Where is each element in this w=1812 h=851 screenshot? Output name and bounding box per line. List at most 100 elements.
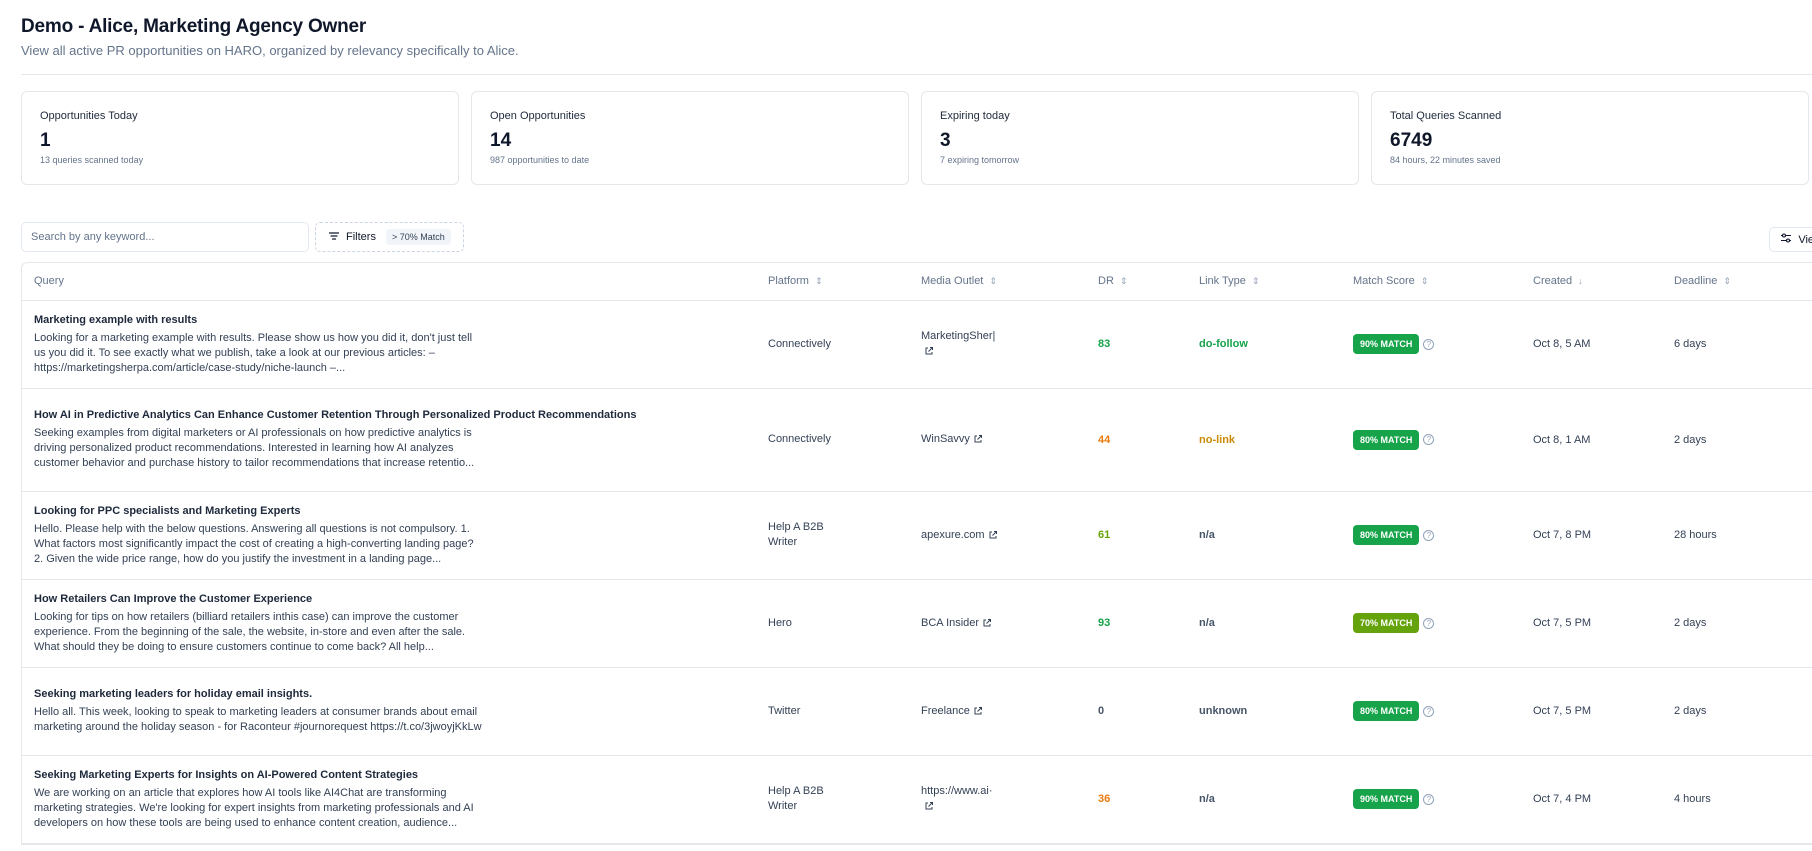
dr-cell: 44 — [1086, 388, 1187, 492]
match-score-cell: 90% MATCH? — [1341, 755, 1521, 844]
search-input[interactable] — [21, 222, 309, 252]
deadline: 2 days — [1674, 705, 1707, 717]
help-circle-icon[interactable]: ? — [1423, 705, 1435, 717]
media-outlet-name: Freelance — [921, 704, 970, 717]
domain-rating: 44 — [1098, 433, 1111, 446]
help-circle-icon[interactable]: ? — [1423, 617, 1435, 629]
active-filter-badge[interactable]: > 70% Match — [385, 229, 451, 245]
sort-icon: ⇕ — [1251, 276, 1260, 287]
stat-card-opportunities-today: Opportunities Today 1 13 queries scanned… — [21, 91, 459, 185]
stats-row: Opportunities Today 1 13 queries scanned… — [21, 91, 1812, 185]
created-cell: Oct 7, 5 PM — [1521, 579, 1662, 668]
query-cell: How AI in Predictive Analytics Can Enhan… — [22, 388, 756, 492]
opportunities-table: Query Platform ⇕ Media Outlet ⇕ DR ⇕ Link T… — [22, 263, 1812, 844]
link-type-cell: n/a — [1187, 755, 1341, 844]
column-header-dr[interactable]: DR ⇕ — [1086, 263, 1187, 301]
created-date: Oct 8, 5 AM — [1533, 338, 1591, 350]
query-title[interactable]: Looking for PPC specialists and Marketin… — [34, 504, 744, 519]
dr-cell: 36 — [1086, 755, 1187, 844]
created-date: Oct 8, 1 AM — [1533, 433, 1591, 446]
deadline: 6 days — [1674, 338, 1707, 350]
deadline-cell: 6 days — [1662, 300, 1812, 389]
help-circle-icon[interactable]: ? — [1423, 338, 1435, 350]
filters-button[interactable]: Filters > 70% Match — [315, 222, 464, 252]
created-cell: Oct 8, 5 AM — [1521, 300, 1662, 389]
sort-icon: ⇕ — [814, 276, 823, 287]
deadline-cell: 2 days — [1662, 667, 1812, 756]
link-type: unknown — [1199, 705, 1248, 717]
link-type: n/a — [1199, 617, 1215, 629]
media-outlet-cell: WinSavvy — [909, 388, 1086, 492]
domain-rating: 36 — [1098, 793, 1111, 805]
match-score-badge: 80% MATCH — [1353, 525, 1420, 545]
page-title: Demo - Alice, Marketing Agency Owner — [21, 16, 367, 37]
query-cell: Looking for PPC specialists and Marketin… — [22, 491, 756, 580]
match-score-badge: 80% MATCH — [1353, 701, 1420, 721]
stat-value: 6749 — [1390, 130, 1433, 151]
deadline: 2 days — [1674, 433, 1707, 446]
stat-label: Expiring today — [940, 110, 1010, 122]
query-description: We are working on an article that explor… — [34, 786, 474, 829]
created-date: Oct 7, 5 PM — [1533, 705, 1592, 717]
query-title[interactable]: How Retailers Can Improve the Customer E… — [34, 592, 744, 607]
external-link-icon[interactable] — [982, 618, 992, 628]
sort-icon: ⇕ — [1723, 276, 1731, 287]
stat-value: 14 — [490, 130, 512, 151]
domain-rating: 93 — [1098, 617, 1111, 629]
table-header-row: Query Platform ⇕ Media Outlet ⇕ DR ⇕ Link T… — [22, 263, 1812, 301]
query-cell: How Retailers Can Improve the Customer E… — [22, 579, 756, 668]
column-header-match-score[interactable]: Match Score ⇕ — [1341, 263, 1521, 301]
table-row[interactable]: How AI in Predictive Analytics Can Enhan… — [22, 388, 1812, 492]
external-link-icon[interactable] — [924, 346, 934, 356]
table-row[interactable]: Marketing example with results Looking fo… — [22, 300, 1812, 389]
query-description: Hello all. This week, looking to speak t… — [34, 706, 482, 733]
match-score-badge: 90% MATCH — [1353, 334, 1420, 354]
match-score-badge: 80% MATCH — [1353, 429, 1420, 450]
view-options-button[interactable]: View — [1769, 227, 1812, 252]
external-link-icon[interactable] — [924, 801, 934, 811]
sliders-icon — [1780, 232, 1792, 247]
table-row[interactable]: Looking for PPC specialists and Marketin… — [22, 491, 1812, 580]
table-row[interactable]: Seeking Marketing Experts for Insights o… — [22, 755, 1812, 844]
query-title[interactable]: How AI in Predictive Analytics Can Enhan… — [34, 408, 744, 423]
created-date: Oct 7, 4 PM — [1533, 793, 1592, 805]
link-type: no-link — [1199, 433, 1236, 446]
column-header-query: Query — [22, 263, 756, 301]
created-cell: Oct 7, 4 PM — [1521, 755, 1662, 844]
help-circle-icon[interactable]: ? — [1423, 434, 1435, 445]
column-header-created[interactable]: Created ↓ — [1521, 263, 1662, 301]
sort-desc-icon: ↓ — [1578, 276, 1583, 287]
dr-cell: 93 — [1086, 579, 1187, 668]
media-outlet-cell: Freelance — [909, 667, 1086, 756]
query-title[interactable]: Seeking marketing leaders for holiday em… — [34, 687, 744, 702]
query-description: Looking for a marketing example with res… — [34, 331, 473, 374]
help-circle-icon[interactable]: ? — [1423, 793, 1435, 805]
stat-card-open-opportunities: Open Opportunities 14 987 opportunities … — [471, 91, 909, 185]
match-score-cell: 90% MATCH? — [1341, 300, 1521, 389]
external-link-icon[interactable] — [973, 434, 983, 444]
dr-cell: 0 — [1086, 667, 1187, 756]
column-header-platform[interactable]: Platform ⇕ — [756, 263, 909, 301]
external-link-icon[interactable] — [973, 706, 983, 716]
table-toolbar: Filters > 70% Match View — [21, 222, 1812, 252]
stat-label: Open Opportunities — [490, 110, 586, 122]
table-row[interactable]: Seeking marketing leaders for holiday em… — [22, 667, 1812, 756]
help-circle-icon[interactable]: ? — [1423, 529, 1435, 541]
external-link-icon[interactable] — [988, 530, 998, 540]
header-divider — [21, 74, 1812, 75]
media-outlet-cell: MarketingSher| — [909, 300, 1086, 389]
table-row[interactable]: How Retailers Can Improve the Customer E… — [22, 579, 1812, 668]
created-date: Oct 7, 5 PM — [1533, 617, 1592, 629]
media-outlet-name: WinSavvy — [921, 433, 970, 445]
match-score-cell: 80% MATCH? — [1341, 491, 1521, 580]
query-title[interactable]: Marketing example with results — [34, 313, 744, 328]
deadline-cell: 4 hours — [1662, 755, 1812, 844]
page: Demo - Alice, Marketing Agency Owner Vie… — [0, 0, 1812, 845]
deadline-cell: 2 days — [1662, 388, 1812, 492]
column-header-link-type[interactable]: Link Type ⇕ — [1187, 263, 1341, 301]
column-header-deadline[interactable]: Deadline ⇕ — [1662, 263, 1812, 301]
deadline-cell: 28 hours — [1662, 491, 1812, 580]
query-cell: Seeking marketing leaders for holiday em… — [22, 667, 756, 756]
query-title[interactable]: Seeking Marketing Experts for Insights o… — [34, 768, 744, 783]
column-header-media-outlet[interactable]: Media Outlet ⇕ — [909, 263, 1086, 301]
